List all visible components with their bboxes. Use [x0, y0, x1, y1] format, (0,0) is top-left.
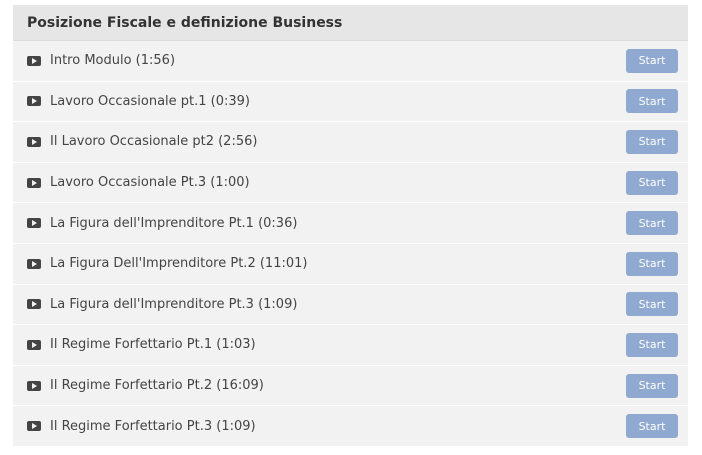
play-icon: [27, 55, 41, 66]
course-section: Posizione Fiscale e definizione Business…: [13, 5, 688, 447]
lesson-title[interactable]: La Figura dell'Imprenditore Pt.3 (1:09): [50, 297, 626, 312]
lesson-title[interactable]: Intro Modulo (1:56): [50, 53, 626, 68]
lesson-row[interactable]: La Figura dell'Imprenditore Pt.3 (1:09) S…: [13, 284, 688, 326]
lesson-row[interactable]: Lavoro Occasionale Pt.3 (1:00) Start: [13, 162, 688, 204]
start-button[interactable]: Start: [626, 89, 678, 114]
lesson-row[interactable]: Il Regime Forfettario Pt.3 (1:09) Start: [13, 406, 688, 447]
play-icon: [27, 218, 41, 229]
lesson-row[interactable]: Il Regime Forfettario Pt.2 (16:09) Start: [13, 365, 688, 407]
lesson-row[interactable]: Lavoro Occasionale pt.1 (0:39) Start: [13, 81, 688, 123]
start-button[interactable]: Start: [626, 211, 678, 236]
lesson-title[interactable]: Il Regime Forfettario Pt.2 (16:09): [50, 378, 626, 393]
lesson-title[interactable]: Il Regime Forfettario Pt.1 (1:03): [50, 337, 626, 352]
play-icon: [27, 299, 41, 310]
lesson-title[interactable]: Lavoro Occasionale pt.1 (0:39): [50, 94, 626, 109]
lesson-title[interactable]: Lavoro Occasionale Pt.3 (1:00): [50, 175, 626, 190]
lesson-row[interactable]: Intro Modulo (1:56) Start: [13, 41, 688, 82]
lesson-title[interactable]: La Figura dell'Imprenditore Pt.1 (0:36): [50, 216, 626, 231]
play-icon: [27, 339, 41, 350]
play-icon: [27, 96, 41, 107]
lesson-row[interactable]: Il Lavoro Occasionale pt2 (2:56) Start: [13, 122, 688, 163]
play-icon: [27, 421, 41, 432]
start-button[interactable]: Start: [626, 414, 678, 439]
start-button[interactable]: Start: [626, 332, 678, 357]
play-icon: [27, 258, 41, 269]
start-button[interactable]: Start: [626, 251, 678, 276]
section-title: Posizione Fiscale e definizione Business: [13, 5, 688, 41]
lesson-row[interactable]: Il Regime Forfettario Pt.1 (1:03) Start: [13, 325, 688, 366]
start-button[interactable]: Start: [626, 373, 678, 398]
play-icon: [27, 380, 41, 391]
lesson-title[interactable]: Il Regime Forfettario Pt.3 (1:09): [50, 419, 626, 434]
lesson-row[interactable]: La Figura dell'Imprenditore Pt.1 (0:36) S…: [13, 203, 688, 244]
lesson-title[interactable]: Il Lavoro Occasionale pt2 (2:56): [50, 134, 626, 149]
lesson-row[interactable]: La Figura Dell'Imprenditore Pt.2 (11:01)…: [13, 243, 688, 285]
start-button[interactable]: Start: [626, 129, 678, 154]
lesson-list: Intro Modulo (1:56) Start Lavoro Occasiona…: [13, 41, 688, 447]
play-icon: [27, 177, 41, 188]
start-button[interactable]: Start: [626, 48, 678, 73]
start-button[interactable]: Start: [626, 292, 678, 317]
start-button[interactable]: Start: [626, 170, 678, 195]
play-icon: [27, 136, 41, 147]
lesson-title[interactable]: La Figura Dell'Imprenditore Pt.2 (11:01): [50, 256, 626, 271]
